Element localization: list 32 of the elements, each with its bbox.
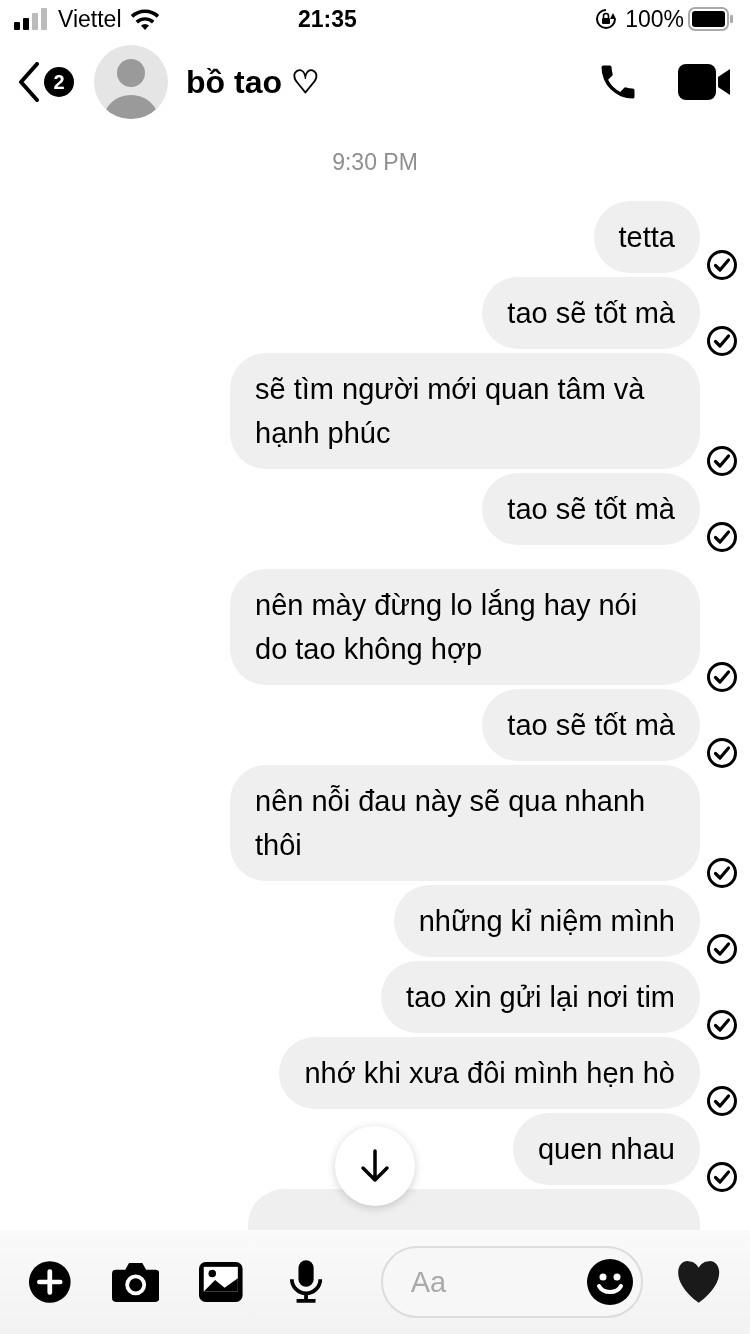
scroll-down-button[interactable] [335,1126,415,1206]
plus-icon[interactable] [28,1259,72,1305]
battery-icon [688,7,734,32]
message-bubble: nên mày đừng lo lắng hay nói do tao không hợp [230,569,700,686]
chevron-left-icon [18,61,40,102]
rotation-lock-icon [595,8,618,31]
message-bubble: tao xin gửi lại nơi tim [381,961,700,1034]
contact-name[interactable]: bồ tao ♡ [186,57,320,106]
message-bubble: sẽ tìm người mới quan tâm và hạnh phúc [230,353,700,470]
wifi-icon [129,8,160,31]
message-timestamp: 9:30 PM [331,148,419,177]
carrier-name: Viettel [58,4,122,34]
message-bubble: quen nhau [512,1113,700,1186]
message-bubble: nên nỗi đau này sẽ qua nhanh thôi [230,765,700,882]
camera-icon[interactable] [111,1261,159,1303]
message-bubble: tao sẽ tốt mà [482,473,700,546]
signal-icon [14,8,50,31]
message-bubble: tao sẽ tốt mà [482,277,700,350]
message-bubble: những kỉ niệm mình [393,885,700,958]
arrow-down-icon [360,1149,390,1183]
status-time: 21:35 [297,4,358,34]
unread-count: 2 [44,66,74,97]
smiley-icon[interactable] [586,1259,633,1305]
battery-percent: 100% [625,4,684,34]
image-icon[interactable] [198,1261,243,1303]
back-button[interactable]: 2 [18,61,74,102]
message-bubble: tetta [593,201,700,274]
message-bubble: tao sẽ tốt mà [482,689,700,762]
message-input[interactable]: Aa [380,1246,643,1318]
message-bubble: nhớ khi xưa đôi mình hẹn hò [279,1037,700,1110]
video-camera-icon[interactable] [678,63,732,100]
microphone-icon[interactable] [288,1259,323,1305]
